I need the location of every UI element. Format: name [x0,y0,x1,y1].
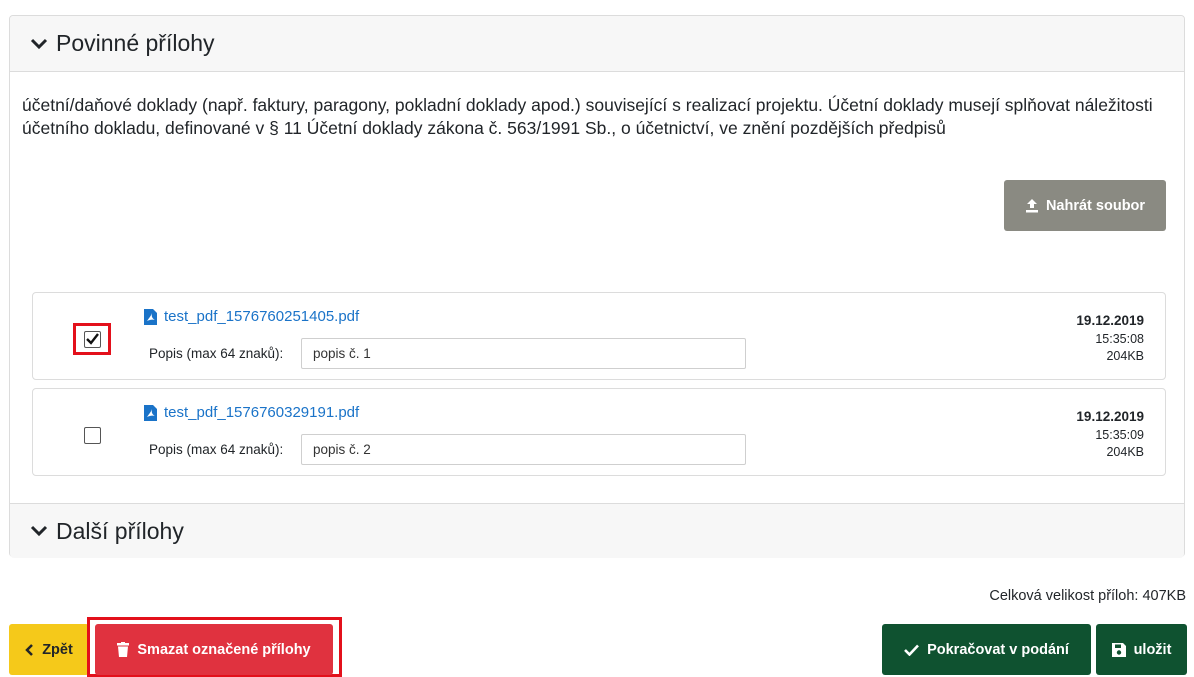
chevron-left-icon [25,643,34,656]
attachment-description: účetní/daňové doklady (např. faktury, pa… [22,95,1153,138]
file-link[interactable]: test_pdf_1576760251405.pdf [144,308,359,325]
file-date: 19.12.2019 [1076,409,1144,424]
continue-label: Pokračovat v podání [927,641,1069,658]
upload-file-button[interactable]: Nahrát soubor [1004,180,1166,231]
checkmark-icon [85,333,99,345]
file-item: test_pdf_1576760329191.pdf Popis (max 64… [32,388,1166,476]
continue-button[interactable]: Pokračovat v podání [882,624,1091,675]
checkbox-container [73,419,111,451]
file-time: 15:35:08 [1095,332,1144,346]
file-meta: 19.12.2019 15:35:08 204KB [1076,312,1144,365]
description-input[interactable] [301,434,746,465]
file-name: test_pdf_1576760251405.pdf [164,308,360,325]
file-size: 204KB [1106,445,1144,459]
pdf-file-icon [144,404,157,421]
check-icon [904,644,920,656]
attachments-panel: Povinné přílohy účetní/daňové doklady (n… [9,15,1185,558]
file-name: test_pdf_1576760329191.pdf [164,404,360,421]
back-button[interactable]: Zpět [9,624,89,675]
description-label: Popis (max 64 znaků): [149,346,284,361]
pdf-file-icon [144,308,157,325]
save-label: uložit [1133,641,1172,658]
upload-file-label: Nahrát soubor [1045,197,1146,214]
section-header-required[interactable]: Povinné přílohy [10,16,1184,72]
total-size: Celková velikost příloh: 407KB [989,588,1186,604]
upload-icon [1025,199,1038,213]
section-title: Povinné přílohy [56,30,215,56]
section-header-other[interactable]: Další přílohy [10,503,1184,558]
file-item: test_pdf_1576760251405.pdf Popis (max 64… [32,292,1166,380]
save-button[interactable]: uložit [1096,624,1187,675]
description-input[interactable] [301,338,746,369]
delete-selected-button[interactable]: Smazat označené přílohy [95,624,333,675]
chevron-down-icon [30,525,48,537]
file-select-checkbox[interactable] [83,330,101,348]
file-meta: 19.12.2019 15:35:09 204KB [1076,408,1144,461]
back-label: Zpět [42,641,73,658]
file-size: 204KB [1106,349,1144,363]
file-link[interactable]: test_pdf_1576760329191.pdf [144,404,359,421]
file-time: 15:35:09 [1095,428,1144,442]
file-select-checkbox[interactable] [83,426,101,444]
checkbox-highlight [73,323,111,355]
chevron-down-icon [30,38,48,49]
file-date: 19.12.2019 [1076,313,1144,328]
floppy-disk-icon [1111,642,1126,657]
trash-icon [117,642,130,657]
delete-label: Smazat označené přílohy [137,641,311,658]
description-label: Popis (max 64 znaků): [149,442,284,457]
section-title: Další přílohy [56,517,184,544]
